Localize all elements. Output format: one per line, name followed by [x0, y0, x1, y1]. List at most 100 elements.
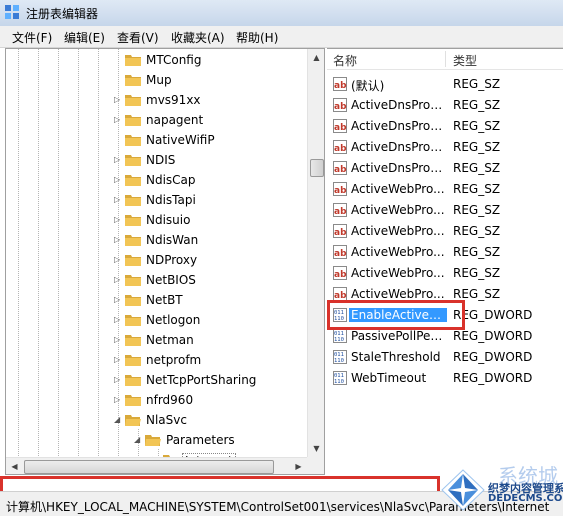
expand-triangle-icon[interactable]: ▷ — [114, 355, 124, 364]
folder-icon — [125, 113, 141, 127]
scroll-right-arrow-icon[interactable]: ▶ — [290, 458, 307, 474]
value-row[interactable]: ab ActiveWebPro... REG_SZ — [327, 179, 563, 200]
value-row[interactable]: ab ActiveDnsProb... REG_SZ — [327, 95, 563, 116]
value-type: REG_SZ — [453, 182, 501, 196]
expand-triangle-icon[interactable]: ▷ — [114, 195, 124, 204]
expand-triangle-icon[interactable]: ▷ — [114, 215, 124, 224]
svg-text:110: 110 — [334, 379, 344, 385]
tree-guide-line — [78, 49, 79, 474]
value-row[interactable]: ab ActiveDnsProb... REG_SZ — [327, 158, 563, 179]
folder-icon — [125, 133, 141, 147]
expand-triangle-icon[interactable]: ▷ — [114, 115, 124, 124]
expand-triangle-icon[interactable]: ▷ — [114, 315, 124, 324]
value-row[interactable]: ab ActiveWebPro... REG_SZ — [327, 221, 563, 242]
expand-triangle-icon[interactable]: ▷ — [114, 155, 124, 164]
registry-tree-pane[interactable]: MTConfig Mup ▷ mvs91xx ▷ napagent NativeWifiP ▷… — [5, 48, 325, 475]
column-header-type[interactable]: 类型 — [453, 52, 477, 69]
svg-text:ab: ab — [334, 123, 347, 133]
value-name: ActiveWebPro... — [351, 224, 445, 238]
expand-triangle-icon[interactable]: ▷ — [114, 175, 124, 184]
value-row[interactable]: ab ActiveWebPro... REG_SZ — [327, 263, 563, 284]
tree-vertical-scrollbar[interactable]: ▲ ▼ — [307, 49, 324, 457]
column-separator[interactable] — [445, 51, 446, 67]
value-type: REG_DWORD — [453, 371, 533, 385]
values-column-header: 名称 类型 — [327, 49, 563, 70]
expand-triangle-icon[interactable]: ▷ — [114, 335, 124, 344]
value-type: REG_SZ — [453, 98, 501, 112]
highlight-box-selected-value — [327, 300, 465, 330]
registry-editor-app-icon — [5, 5, 19, 19]
value-name: ActiveDnsProb... — [351, 119, 447, 133]
scroll-thumb[interactable] — [310, 159, 324, 177]
value-name: PassivePollPeri... — [351, 329, 447, 343]
menu-favorites[interactable]: 收藏夹(A) — [171, 29, 225, 46]
value-name: ActiveWebPro... — [351, 182, 445, 196]
tree-node-label: nfrd960 — [146, 393, 194, 407]
value-row[interactable]: ab ActiveDnsProb... REG_SZ — [327, 137, 563, 158]
column-header-name[interactable]: 名称 — [333, 52, 357, 69]
folder-icon — [125, 73, 141, 87]
tree-node-label: NdisWan — [146, 233, 199, 247]
folder-icon — [125, 173, 141, 187]
value-name: (默认) — [351, 79, 385, 93]
value-row[interactable]: ab ActiveDnsProb... REG_SZ — [327, 116, 563, 137]
value-type: REG_SZ — [453, 266, 501, 280]
folder-icon — [125, 333, 141, 347]
expand-triangle-icon[interactable]: ▷ — [114, 95, 124, 104]
tree-node-label: Netlogon — [146, 313, 201, 327]
menu-edit[interactable]: 编辑(E) — [64, 29, 105, 46]
watermark: 系统城 织梦内容管理系统 DEDECMS.COM — [440, 458, 563, 515]
values-pane[interactable]: 名称 类型 ab (默认) REG_SZ ab ActiveDnsProb... REG_… — [327, 48, 563, 474]
expand-triangle-icon[interactable]: ▷ — [114, 395, 124, 404]
collapse-triangle-icon[interactable]: ◢ — [114, 415, 124, 424]
menu-help[interactable]: 帮助(H) — [236, 29, 278, 46]
tree-horizontal-scrollbar[interactable]: ◀ ▶ — [6, 457, 307, 474]
string-value-icon: ab — [333, 119, 347, 133]
collapse-triangle-icon[interactable]: ◢ — [134, 435, 144, 444]
expand-triangle-icon[interactable]: ▷ — [114, 275, 124, 284]
expand-triangle-icon[interactable]: ▷ — [114, 295, 124, 304]
value-type: REG_DWORD — [453, 350, 533, 364]
folder-icon — [125, 293, 141, 307]
value-name: ActiveWebPro... — [351, 203, 445, 217]
value-name: ActiveDnsProb... — [351, 140, 447, 154]
string-value-icon: ab — [333, 140, 347, 154]
folder-icon — [125, 373, 141, 387]
tree-node-label: NetBIOS — [146, 273, 196, 287]
folder-icon — [125, 273, 141, 287]
value-row[interactable]: ab ActiveWebPro... REG_SZ — [327, 200, 563, 221]
string-value-icon: ab — [333, 266, 347, 280]
value-name: ActiveWebPro... — [351, 266, 445, 280]
watermark-logo-icon — [441, 469, 485, 511]
value-row[interactable]: 011 110 WebTimeout REG_DWORD — [327, 368, 563, 389]
menu-view[interactable]: 查看(V) — [117, 29, 159, 46]
tree-node-label: MTConfig — [146, 53, 202, 67]
value-row[interactable]: 011 110 StaleThreshold REG_DWORD — [327, 347, 563, 368]
string-value-icon: ab — [333, 98, 347, 112]
expand-triangle-icon[interactable]: ▷ — [114, 255, 124, 264]
svg-text:ab: ab — [334, 228, 347, 238]
scroll-left-arrow-icon[interactable]: ◀ — [6, 458, 23, 474]
menu-file[interactable]: 文件(F) — [12, 29, 52, 46]
value-type: REG_SZ — [453, 140, 501, 154]
value-row[interactable]: ab (默认) REG_SZ — [327, 74, 563, 95]
value-type: REG_SZ — [453, 77, 501, 91]
scroll-down-arrow-icon[interactable]: ▼ — [308, 440, 324, 457]
scroll-corner — [307, 457, 324, 474]
value-type: REG_SZ — [453, 287, 501, 301]
tree-node-label: NetBT — [146, 293, 183, 307]
string-value-icon: ab — [333, 161, 347, 175]
tree-guide-line — [38, 49, 39, 474]
dword-value-icon: 011 110 — [333, 329, 347, 343]
expand-triangle-icon[interactable]: ▷ — [114, 375, 124, 384]
tree-node-label: NetTcpPortSharing — [146, 373, 257, 387]
tree-node-label: NativeWifiP — [146, 133, 215, 147]
scroll-thumb-horizontal[interactable] — [24, 460, 274, 474]
expand-triangle-icon[interactable]: ▷ — [114, 235, 124, 244]
value-row[interactable]: ab ActiveWebPro... REG_SZ — [327, 242, 563, 263]
folder-icon — [125, 253, 141, 267]
value-type: REG_SZ — [453, 161, 501, 175]
folder-icon — [125, 93, 141, 107]
scroll-up-arrow-icon[interactable]: ▲ — [308, 49, 324, 66]
window-title: 注册表编辑器 — [26, 7, 99, 21]
